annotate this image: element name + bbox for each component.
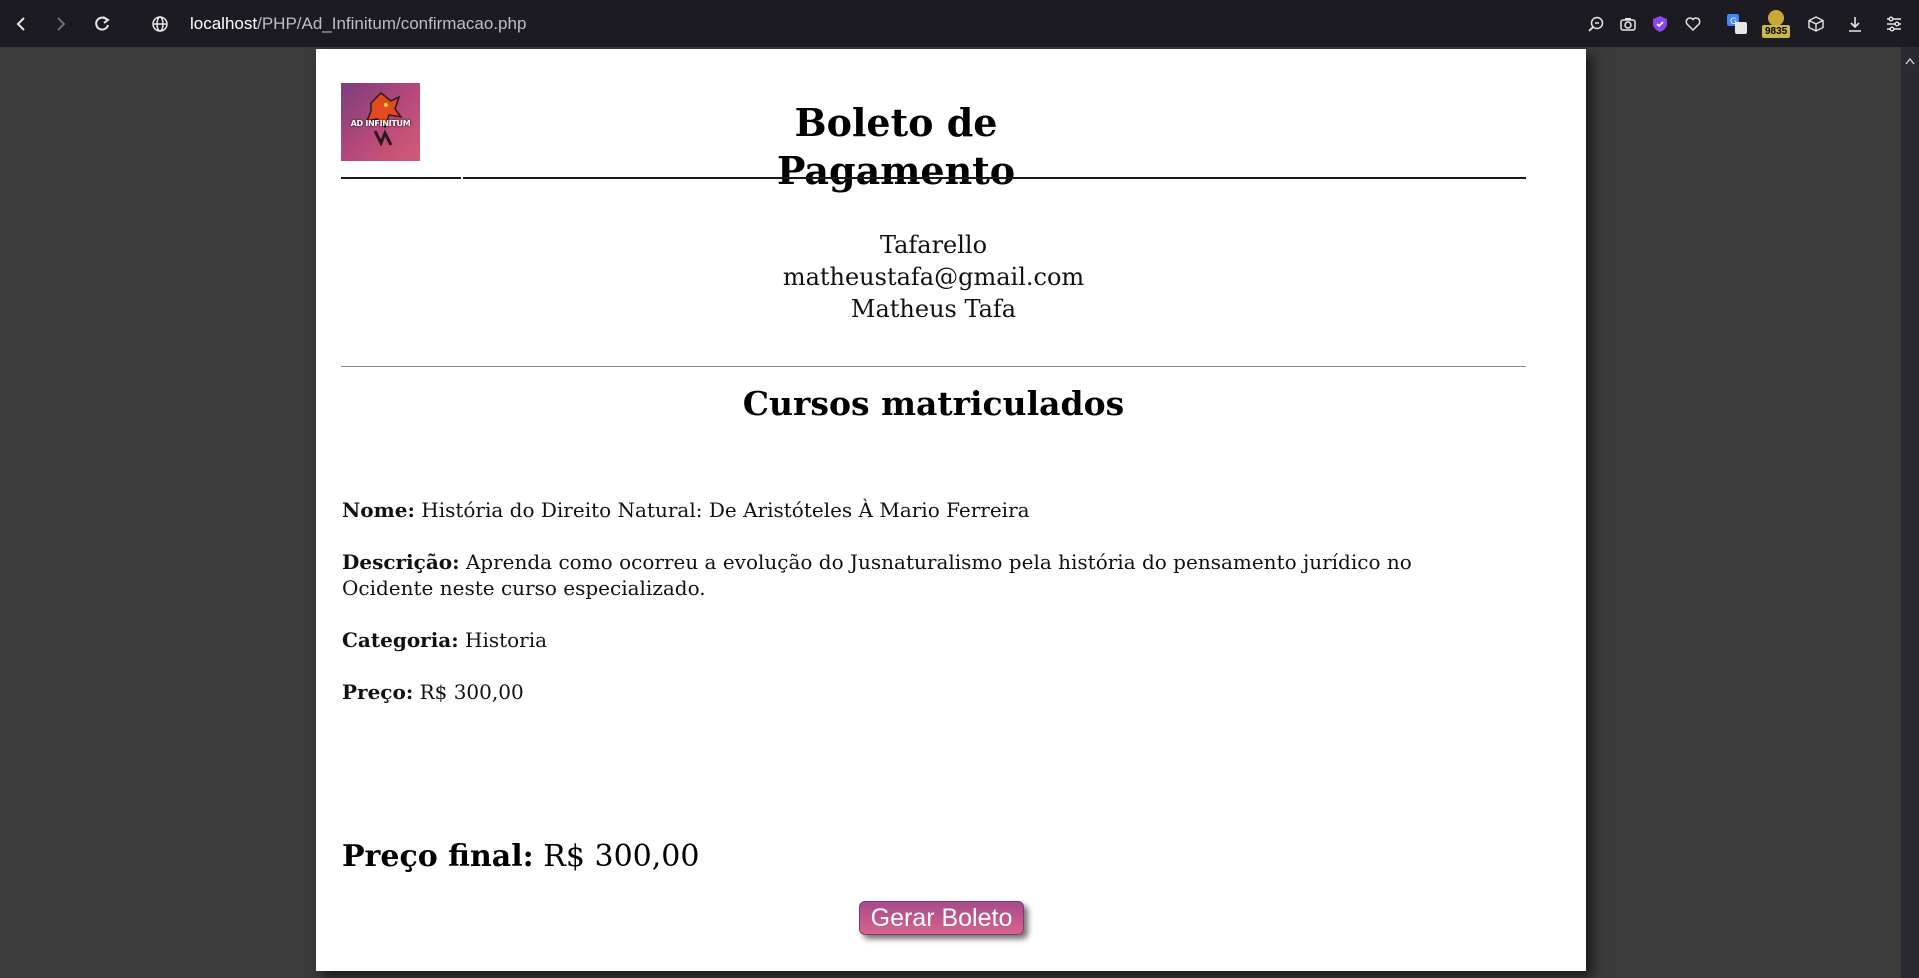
course-category-label: Categoria: [342,628,459,652]
course-name: História do Direito Natural: De Aristóte… [421,498,1030,522]
boleto-page: AD INFINITUM Boleto de Pagamento Tafarel… [316,49,1586,971]
course-name-label: Nome: [342,498,415,522]
final-price: Preço final: R$ 300,00 [342,837,699,877]
browser-toolbar: localhost/PHP/Ad_Infinitum/confirmacao.p… [0,0,1919,47]
divider [463,177,1526,179]
generate-boleto-button[interactable]: Gerar Boleto [859,901,1024,935]
url-host: localhost [190,14,258,33]
course-description-row: Descrição: Aprenda como ocorreu a evoluç… [342,549,1442,601]
scrollbar[interactable] [1901,47,1919,978]
site-info-icon[interactable] [148,12,172,36]
user-full-name: Matheus Tafa [850,295,1017,323]
scroll-up-arrow-icon[interactable] [1905,50,1915,69]
logo-text: AD INFINITUM [350,119,411,128]
reload-icon[interactable] [90,12,114,36]
course-name-row: Nome: História do Direito Natural: De Ar… [342,497,1442,523]
address-bar[interactable]: localhost/PHP/Ad_Infinitum/confirmacao.p… [190,12,526,36]
translate-icon[interactable]: G [1725,12,1749,36]
course-details: Nome: História do Direito Natural: De Ar… [342,497,1442,731]
course-price: R$ 300,00 [419,680,524,704]
logo: AD INFINITUM [341,83,420,161]
settings-icon[interactable] [1882,12,1906,36]
svg-text:G: G [1730,17,1737,27]
divider [341,177,461,179]
box-icon[interactable] [1804,12,1828,36]
extension-badge: 9835 [1762,25,1791,38]
page-title: Boleto de Pagamento [776,100,1016,193]
heart-icon[interactable] [1681,12,1705,36]
forward-icon[interactable] [48,12,72,36]
courses-heading: Cursos matriculados [742,384,1125,423]
course-price-row: Preço: R$ 300,00 [342,679,1442,705]
screenshot-icon[interactable] [1616,12,1640,36]
divider [341,366,1526,367]
user-email: matheustafa@gmail.com [782,263,1085,291]
user-info: Tafarello matheustafa@gmail.com Matheus … [341,229,1526,325]
course-price-label: Preço: [342,680,414,704]
course-description-label: Descrição: [342,550,460,574]
course-category-row: Categoria: Historia [342,627,1442,653]
final-price-value: R$ 300,00 [543,839,700,874]
course-description: Aprenda como ocorreu a evolução do Jusna… [342,550,1412,600]
download-icon[interactable] [1843,12,1867,36]
user-username: Tafarello [879,231,988,259]
course-category: Historia [465,628,548,652]
back-icon[interactable] [10,12,34,36]
shield-icon[interactable] [1648,12,1672,36]
zoom-icon[interactable] [1584,12,1608,36]
final-price-label: Preço final: [342,839,534,874]
url-path: /PHP/Ad_Infinitum/confirmacao.php [257,14,527,33]
